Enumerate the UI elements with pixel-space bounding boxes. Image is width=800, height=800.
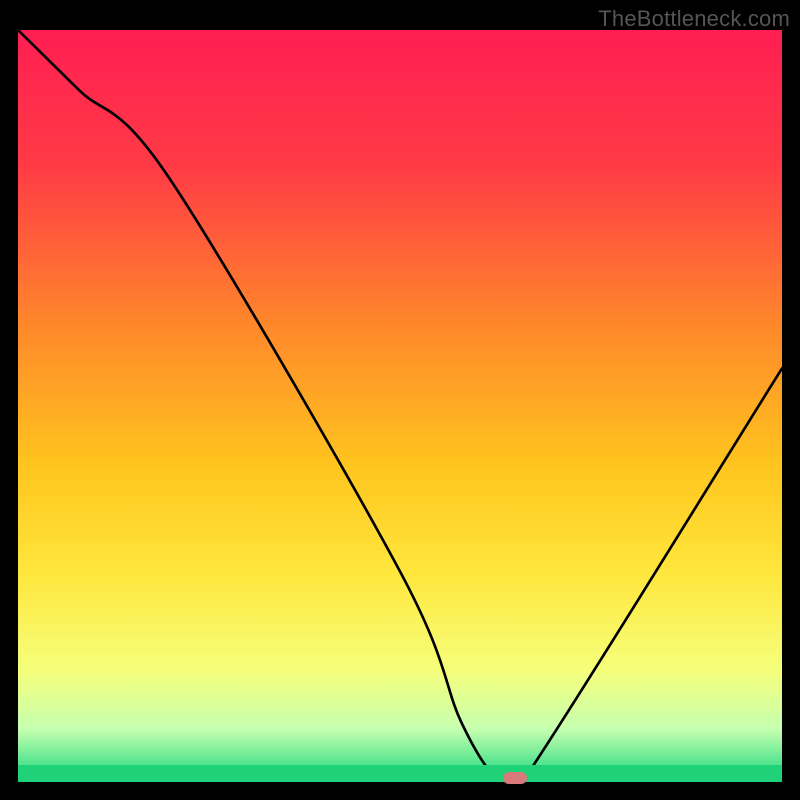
optimal-point-marker [503,772,527,784]
watermark-text: TheBottleneck.com [598,6,790,32]
plot-svg [18,30,782,782]
chart-frame: TheBottleneck.com [0,0,800,800]
bottom-green-band [18,765,782,782]
bottleneck-plot [18,30,782,782]
gradient-background [18,30,782,782]
